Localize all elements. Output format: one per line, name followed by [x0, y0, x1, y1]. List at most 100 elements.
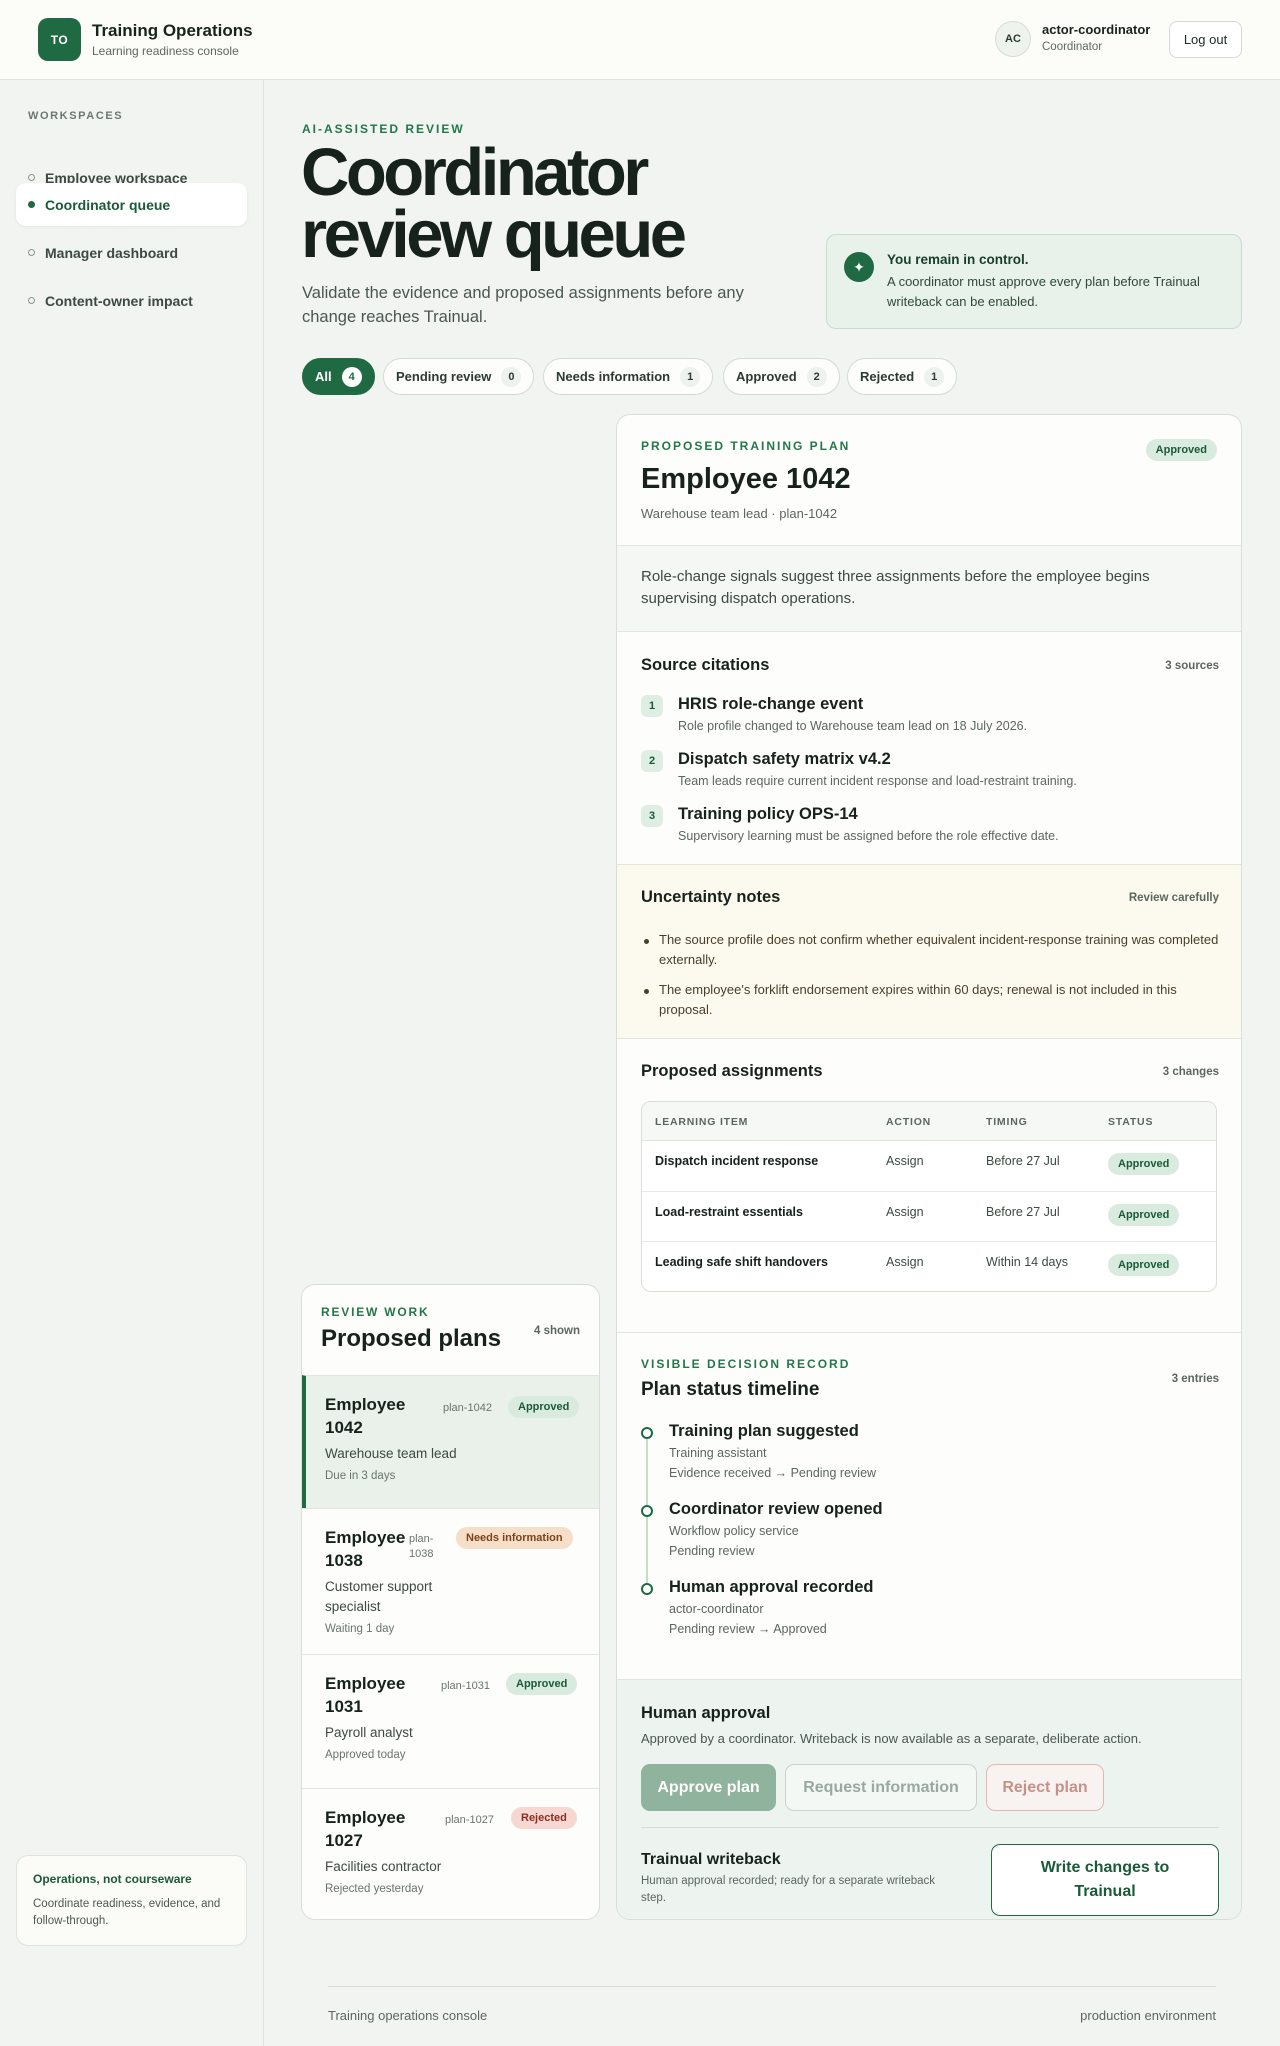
hero-eyebrow: AI-ASSISTED REVIEW [302, 122, 465, 136]
approval-text: Approved by a coordinator. Writeback is … [641, 1731, 1142, 1746]
bullet-icon [644, 989, 649, 994]
detail-subtitle: Warehouse team lead · plan-1042 [641, 506, 838, 521]
citations-section: Source citations 3 sources 1 HRIS role-c… [617, 631, 1241, 864]
sidebar-item-label: Manager dashboard [45, 244, 179, 261]
plan-id: plan-1038 [409, 1533, 434, 1560]
filter-count: 1 [924, 366, 945, 387]
sidebar-item-coordinator-queue[interactable]: Coordinator queue [16, 183, 247, 226]
nav-dot-icon [28, 174, 35, 181]
assignments-count: 3 changes [1162, 1066, 1219, 1078]
timeline-count: 3 entries [1171, 1373, 1219, 1385]
uncertainty-note: The employee's forklift endorsement expi… [659, 982, 1177, 1017]
citation-number: 3 [641, 805, 663, 827]
plan-due: Approved today [325, 1749, 406, 1761]
plan-role: Customer support specialist [325, 1579, 433, 1614]
status-badge: Rejected [511, 1807, 577, 1829]
timeline-entry-title: Coordinator review opened [669, 1500, 883, 1518]
sidebar-item-manager-dashboard[interactable]: Manager dashboard [16, 231, 247, 274]
filter-label: Needs information [556, 369, 671, 384]
cell-item: Dispatch incident response [655, 1154, 819, 1168]
approve-plan-button[interactable]: Approve plan [641, 1764, 776, 1811]
detail-eyebrow: PROPOSED TRAINING PLAN [641, 439, 851, 453]
citations-title: Source citations [641, 656, 770, 674]
request-information-button[interactable]: Request information [785, 1764, 977, 1811]
plan-id: plan-1031 [441, 1680, 490, 1692]
control-notice: ✦ You remain in control. A coordinator m… [826, 234, 1242, 329]
citation-number: 2 [641, 750, 663, 772]
filter-approved[interactable]: Approved 2 [723, 358, 840, 395]
table-row: Load-restraint essentials Assign Before … [642, 1191, 1216, 1241]
timeline-entry-actor: actor-coordinator [669, 1602, 764, 1616]
filter-count: 2 [806, 366, 827, 387]
plan-role: Payroll analyst [325, 1725, 413, 1740]
assignments-title: Proposed assignments [641, 1062, 823, 1080]
sidebar-card-text: Coordinate readiness, evidence, and foll… [33, 1898, 221, 1927]
citation-title: Dispatch safety matrix v4.2 [678, 750, 891, 768]
sidebar-card-title: Operations, not courseware [33, 1872, 192, 1886]
cell-timing: Before 27 Jul [986, 1154, 1060, 1168]
timeline-entry-transition: Pending review [669, 1544, 755, 1558]
cell-action: Assign [886, 1255, 924, 1269]
timeline-dot-icon [641, 1427, 653, 1439]
avatar[interactable]: AC [995, 21, 1031, 57]
filter-needs-information[interactable]: Needs information 1 [543, 358, 714, 395]
filter-pending-review[interactable]: Pending review 0 [383, 358, 535, 395]
status-badge: Approved [1108, 1204, 1180, 1226]
filter-label: Rejected [860, 369, 915, 384]
plan-item[interactable]: Employee 1038 plan-1038 Needs informatio… [302, 1508, 599, 1654]
user-name: actor-coordinator [1042, 22, 1151, 37]
writeback-text: Human approval recorded; ready for a sep… [641, 1875, 936, 1904]
sidebar-item-content-owner-impact[interactable]: Content-owner impact [16, 279, 247, 322]
approval-title: Human approval [641, 1704, 771, 1722]
write-to-trainual-button[interactable]: Write changes to Trainual [991, 1844, 1219, 1916]
column-header: ACTION [886, 1116, 932, 1128]
filter-label: Approved [736, 369, 797, 384]
summary-section: Role-change signals suggest three assign… [617, 545, 1241, 631]
plan-detail-panel: PROPOSED TRAINING PLAN Approved Employee… [616, 414, 1242, 1920]
uncertainty-section: Uncertainty notes Review carefully The s… [617, 864, 1241, 1038]
status-badge: Approved [506, 1673, 578, 1695]
detail-title: Employee 1042 [641, 463, 851, 495]
citation-text: Role profile changed to Warehouse team l… [678, 719, 1028, 733]
filter-rejected[interactable]: Rejected 1 [847, 358, 958, 395]
citation-title: HRIS role-change event [678, 695, 864, 713]
footer-divider [328, 1986, 1216, 1987]
reject-plan-button[interactable]: Reject plan [986, 1764, 1104, 1811]
approval-section: Human approval Approved by a coordinator… [617, 1679, 1241, 1919]
filter-all[interactable]: All 4 [302, 358, 375, 395]
table-row: Leading safe shift handovers Assign With… [642, 1241, 1216, 1291]
plans-title: Proposed plans [321, 1325, 502, 1352]
plan-id: plan-1042 [443, 1402, 492, 1414]
status-badge: Approved [1108, 1153, 1180, 1175]
plan-name: Employee 1031 [325, 1674, 406, 1716]
cell-action: Assign [886, 1154, 924, 1168]
logout-button[interactable]: Log out [1169, 21, 1242, 58]
page-subtitle: Validate the evidence and proposed assig… [302, 284, 744, 326]
plan-name: Employee 1042 [325, 1395, 406, 1437]
sidebar: WORKSPACES Employee workspace Coordinato… [0, 80, 264, 2046]
column-header: STATUS [1108, 1116, 1154, 1128]
top-bar: TO Training Operations Learning readines… [0, 0, 1280, 80]
plans-count: 4 shown [533, 1325, 580, 1337]
sidebar-item-label: Content-owner impact [45, 292, 193, 309]
plan-role: Facilities contractor [325, 1859, 442, 1874]
timeline-entry-transition: Evidence received → Pending review [669, 1466, 877, 1480]
citation-text: Team leads require current incident resp… [678, 774, 1077, 788]
table-row: Dispatch incident response Assign Before… [642, 1141, 1216, 1191]
timeline-dot-icon [641, 1583, 653, 1595]
plan-item[interactable]: Employee 1027 plan-1027 Rejected Facilit… [302, 1788, 599, 1919]
control-notice-title: You remain in control. [887, 252, 1029, 267]
timeline-entry-actor: Training assistant [669, 1446, 767, 1460]
user-role: Coordinator [1042, 41, 1103, 53]
nav-dot-icon [28, 297, 35, 304]
plan-item[interactable]: Employee 1042 plan-1042 Approved Warehou… [302, 1375, 599, 1508]
citation-text: Supervisory learning must be assigned be… [678, 829, 1059, 843]
filter-count: 4 [341, 366, 362, 387]
plan-role: Warehouse team lead [325, 1446, 457, 1461]
footer-right: production environment [1080, 2008, 1216, 2023]
plan-summary: Role-change signals suggest three assign… [641, 568, 1150, 607]
cell-timing: Within 14 days [986, 1255, 1068, 1269]
proposed-plans-panel: REVIEW WORK Proposed plans 4 shown Emplo… [301, 1284, 600, 1920]
plan-item[interactable]: Employee 1031 plan-1031 Approved Payroll… [302, 1654, 599, 1788]
plan-id: plan-1027 [445, 1814, 494, 1826]
